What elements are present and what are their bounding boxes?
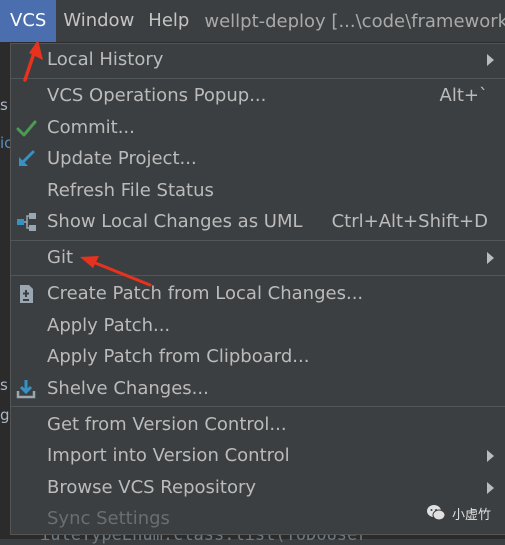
wechat-logo: [426, 505, 446, 521]
menu-separator: [11, 240, 505, 241]
menu-item-apply-patch[interactable]: Apply Patch...: [11, 310, 505, 341]
menu-item-show-local-changes-uml[interactable]: Show Local Changes as UML Ctrl+Alt+Shift…: [11, 206, 505, 237]
submenu-arrow-icon: [487, 482, 494, 494]
watermark: 小虚竹: [426, 503, 491, 523]
menu-item-label: Create Patch from Local Changes...: [47, 283, 364, 304]
menu-item-label: Import into Version Control: [47, 445, 290, 466]
submenu-arrow-icon: [487, 450, 494, 462]
menu-item-vcs-operations-popup[interactable]: VCS Operations Popup... Alt+`: [11, 80, 505, 111]
patch-icon: [20, 285, 33, 303]
vcs-dropdown-menu: Local History VCS Operations Popup... Al…: [10, 43, 505, 535]
shelve-icon: [16, 380, 36, 399]
menu-item-update-project[interactable]: Update Project...: [11, 143, 505, 174]
menu-item-label: Sync Settings: [47, 508, 170, 529]
menu-item-label: Commit...: [47, 117, 135, 138]
editor-edge-text: s: [0, 96, 8, 114]
menu-help[interactable]: Help: [141, 0, 196, 42]
menu-item-label: VCS Operations Popup...: [47, 85, 267, 106]
menu-item-label: Get from Version Control...: [47, 414, 287, 435]
menu-separator: [11, 406, 505, 407]
menu-item-get-from-vcs[interactable]: Get from Version Control...: [11, 409, 505, 440]
menu-item-label: Local History: [47, 49, 164, 70]
menu-item-create-patch[interactable]: Create Patch from Local Changes...: [11, 278, 505, 309]
menu-item-git[interactable]: Git: [11, 242, 505, 273]
menu-vcs[interactable]: VCS: [0, 0, 57, 42]
menu-item-browse-vcs-repository[interactable]: Browse VCS Repository: [11, 472, 505, 503]
check-icon: [16, 120, 37, 137]
menu-separator: [11, 78, 505, 79]
menu-window[interactable]: Window: [56, 0, 141, 42]
menu-item-label: Git: [47, 247, 74, 268]
window-title: wellpt-deploy [...\code\framework: [204, 10, 505, 32]
menu-item-label: Apply Patch...: [47, 315, 171, 336]
menu-item-local-history[interactable]: Local History: [11, 44, 505, 75]
editor-edge: [0, 43, 10, 539]
menu-item-apply-patch-clipboard[interactable]: Apply Patch from Clipboard...: [11, 341, 505, 372]
submenu-arrow-icon: [487, 54, 494, 66]
editor-edge-text: g: [0, 406, 10, 424]
menu-item-import-into-vcs[interactable]: Import into Version Control: [11, 440, 505, 471]
uml-diagram-icon: [17, 213, 36, 231]
menu-item-label: Update Project...: [47, 148, 197, 169]
editor-edge-text: s: [0, 376, 8, 394]
menu-item-shelve-changes[interactable]: Shelve Changes...: [11, 373, 505, 404]
menu-item-shortcut: Alt+`: [439, 85, 488, 106]
menu-item-label: Apply Patch from Clipboard...: [47, 346, 310, 367]
menu-item-label: Show Local Changes as UML: [47, 211, 303, 232]
menu-item-refresh-file-status[interactable]: Refresh File Status: [11, 175, 505, 206]
menu-item-commit[interactable]: Commit...: [11, 112, 505, 143]
watermark-text: 小虚竹: [451, 507, 491, 523]
menu-bar: VCS Window Help wellpt-deploy [...\code\…: [0, 0, 505, 43]
editor-edge-text: ic: [0, 134, 10, 152]
menu-item-label: Shelve Changes...: [47, 378, 209, 399]
submenu-arrow-icon: [487, 252, 494, 264]
menu-item-label: Refresh File Status: [47, 180, 214, 201]
menu-item-label: Browse VCS Repository: [47, 477, 257, 498]
menu-separator: [11, 275, 505, 276]
menu-item-shortcut: Ctrl+Alt+Shift+D: [331, 211, 488, 232]
update-arrow-icon: [19, 150, 35, 166]
